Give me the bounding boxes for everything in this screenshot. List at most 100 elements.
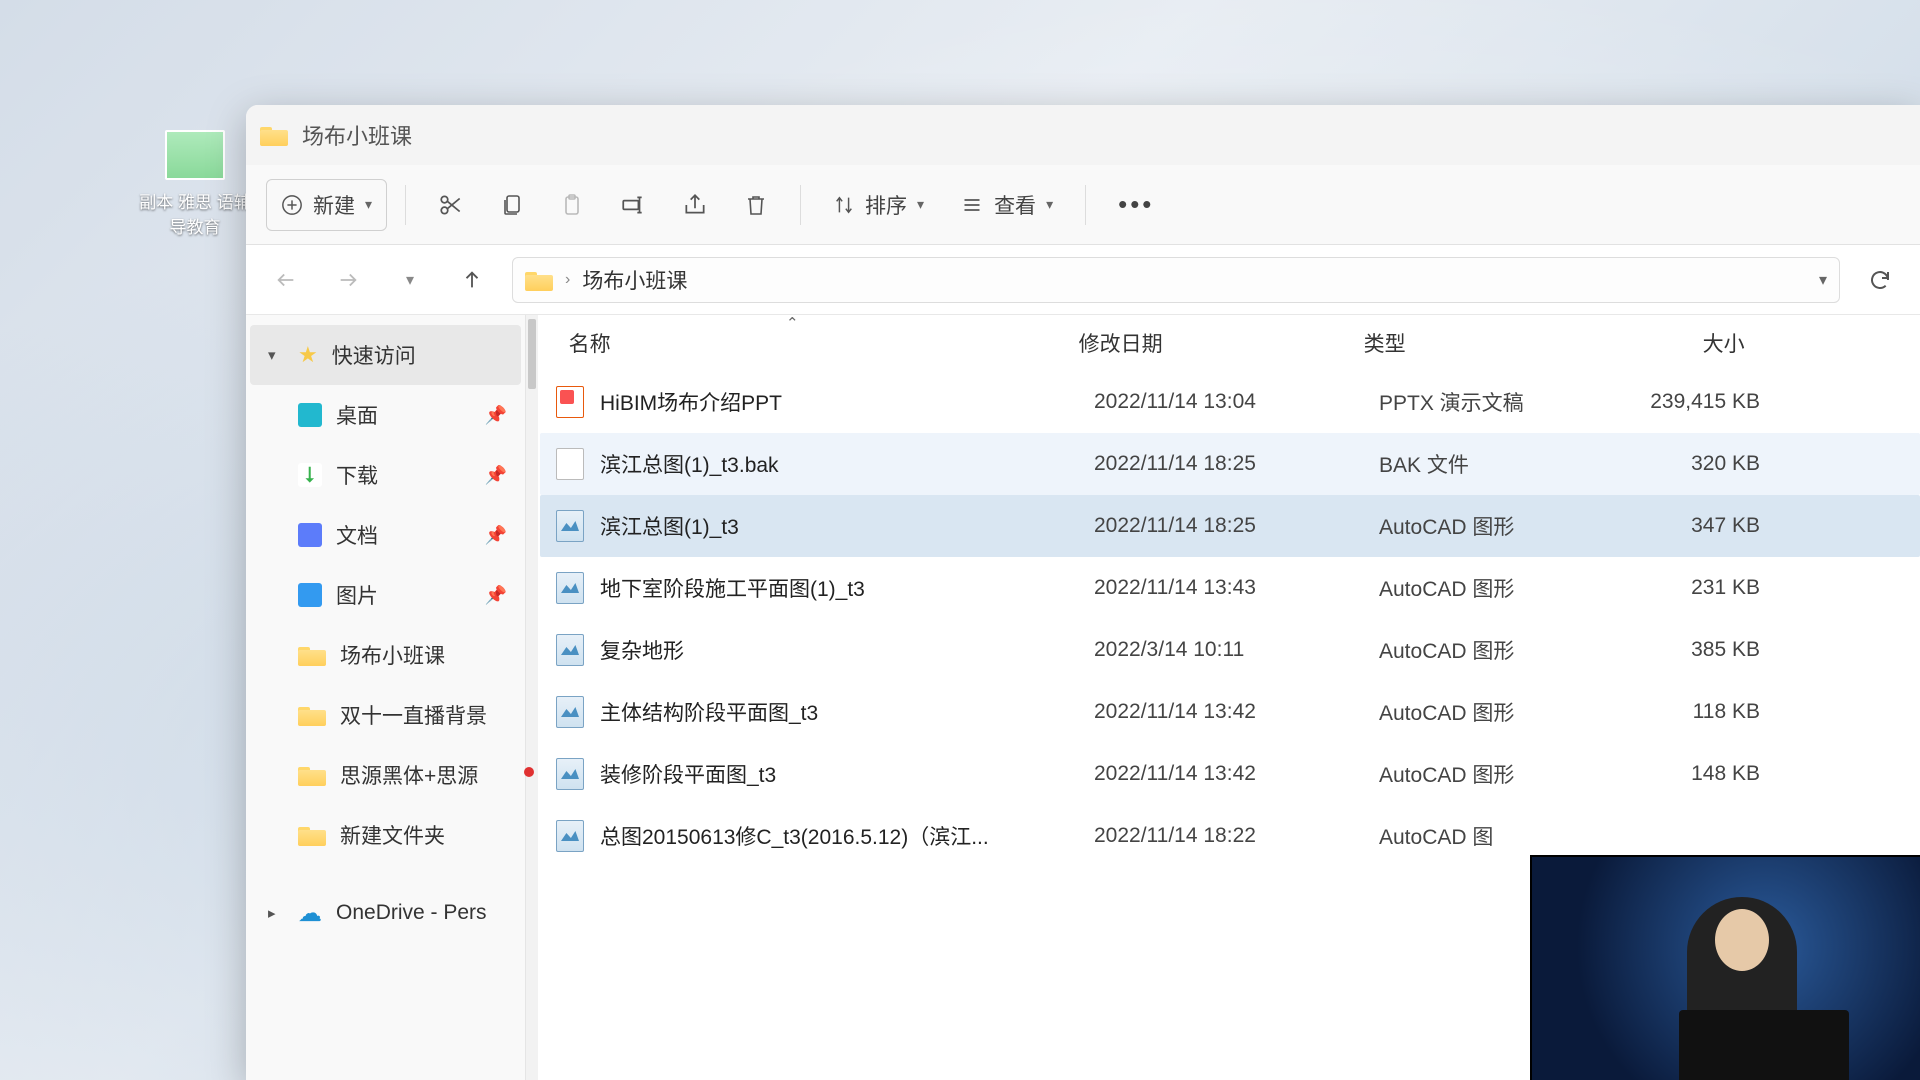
delete-button[interactable]	[730, 179, 782, 231]
file-name: 滨江总图(1)_t3	[600, 511, 1094, 541]
laptop-silhouette	[1679, 1010, 1849, 1080]
file-name: 主体结构阶段平面图_t3	[600, 697, 1094, 727]
desktop-shortcut[interactable]: 副本 雅思 语辅导教育	[135, 130, 255, 238]
chevron-down-icon: ▾	[917, 196, 924, 213]
sidebar-item-label: 图片	[336, 580, 378, 610]
sidebar-item-label: 下载	[336, 460, 378, 490]
shortcut-thumbnail-icon	[165, 130, 225, 180]
refresh-icon	[1868, 268, 1892, 292]
arrow-left-icon	[275, 269, 297, 291]
view-button[interactable]: 查看 ▾	[946, 179, 1067, 231]
file-type: PPTX 演示文稿	[1379, 387, 1614, 417]
sidebar-scrollbar[interactable]	[526, 315, 538, 1080]
sidebar-quick-access[interactable]: ▾ ★ 快速访问	[250, 325, 521, 385]
sidebar-item-folder[interactable]: 场布小班课	[250, 625, 521, 685]
sidebar-item-desktop[interactable]: 桌面📌	[250, 385, 521, 445]
toolbar-separator	[1085, 185, 1086, 225]
file-row[interactable]: HiBIM场布介绍PPT2022/11/14 13:04PPTX 演示文稿239…	[540, 371, 1920, 433]
ellipsis-icon: •••	[1118, 189, 1154, 220]
nav-back-button[interactable]	[264, 258, 308, 302]
address-bar[interactable]: › 场布小班课 ▾	[512, 257, 1840, 303]
file-type-icon	[556, 386, 584, 418]
file-size: 239,415 KB	[1614, 390, 1774, 414]
pin-icon: 📌	[485, 465, 507, 486]
sort-button[interactable]: 排序 ▾	[819, 179, 938, 231]
column-header-name[interactable]: 名称	[569, 328, 1079, 358]
file-type: AutoCAD 图形	[1379, 511, 1614, 541]
file-name: 复杂地形	[600, 635, 1094, 665]
copy-button[interactable]	[486, 179, 538, 231]
download-icon: ⭣	[298, 463, 322, 487]
sidebar-item-docs[interactable]: 文档 📌	[250, 505, 521, 565]
sidebar-item-label: 新建文件夹	[340, 820, 445, 850]
sidebar-onedrive[interactable]: ▸ ☁ OneDrive - Pers	[250, 883, 521, 943]
star-icon: ★	[298, 342, 318, 368]
chevron-down-icon: ▾	[406, 270, 414, 290]
scrollbar-thumb[interactable]	[528, 319, 536, 389]
navigation-bar: ▾ › 场布小班课 ▾	[246, 245, 1920, 315]
file-row[interactable]: 滨江总图(1)_t3.bak2022/11/14 18:25BAK 文件320 …	[540, 433, 1920, 495]
file-date: 2022/3/14 10:11	[1094, 638, 1379, 662]
more-button[interactable]: •••	[1104, 179, 1168, 231]
column-headers[interactable]: ⌃ 名称 修改日期 类型 大小	[540, 315, 1920, 371]
file-date: 2022/11/14 13:04	[1094, 390, 1379, 414]
sidebar-item-folder[interactable]: 新建文件夹	[250, 805, 521, 865]
file-name: 总图20150613修C_t3(2016.5.12)（滨江...	[600, 821, 1094, 851]
chevron-down-icon[interactable]: ▾	[1819, 270, 1827, 290]
window-titlebar[interactable]: 场布小班课	[246, 105, 1920, 165]
file-type-icon	[556, 448, 584, 480]
paste-button[interactable]	[546, 179, 598, 231]
nav-up-button[interactable]	[450, 258, 494, 302]
pin-icon: 📌	[485, 525, 507, 546]
file-row[interactable]: 复杂地形2022/3/14 10:11AutoCAD 图形385 KB	[540, 619, 1920, 681]
chevron-down-icon: ▾	[1046, 196, 1053, 213]
rename-button[interactable]	[606, 179, 660, 231]
file-date: 2022/11/14 18:22	[1094, 824, 1379, 848]
cut-button[interactable]	[424, 179, 478, 231]
share-button[interactable]	[668, 179, 722, 231]
file-type-icon	[556, 820, 584, 852]
file-name: HiBIM场布介绍PPT	[600, 387, 1094, 417]
sidebar-item-folder[interactable]: 双十一直播背景	[250, 685, 521, 745]
sidebar-item-pics[interactable]: 图片📌	[250, 565, 521, 625]
nav-forward-button[interactable]	[326, 258, 370, 302]
breadcrumb-folder[interactable]: 场布小班课	[582, 265, 687, 295]
file-row[interactable]: 滨江总图(1)_t32022/11/14 18:25AutoCAD 图形347 …	[540, 495, 1920, 557]
sidebar-item-label: 文档	[336, 520, 378, 550]
file-size: 385 KB	[1614, 638, 1774, 662]
file-row[interactable]: 主体结构阶段平面图_t32022/11/14 13:42AutoCAD 图形11…	[540, 681, 1920, 743]
file-type: AutoCAD 图形	[1379, 635, 1614, 665]
file-size: 347 KB	[1614, 514, 1774, 538]
file-name: 装修阶段平面图_t3	[600, 759, 1094, 789]
chevron-right-icon: ▸	[268, 904, 284, 922]
file-date: 2022/11/14 18:25	[1094, 514, 1379, 538]
file-type: AutoCAD 图	[1379, 821, 1614, 851]
docs-icon	[298, 523, 322, 547]
sidebar-item-label: 桌面	[336, 400, 378, 430]
file-row[interactable]: 地下室阶段施工平面图(1)_t32022/11/14 13:43AutoCAD …	[540, 557, 1920, 619]
new-button[interactable]: 新建 ▾	[266, 179, 387, 231]
sidebar-item-download[interactable]: ⭣ 下载 📌	[250, 445, 521, 505]
sidebar-item-label: 双十一直播背景	[340, 700, 487, 730]
folder-icon	[298, 824, 326, 846]
file-row[interactable]: 装修阶段平面图_t32022/11/14 13:42AutoCAD 图形148 …	[540, 743, 1920, 805]
rename-icon	[620, 192, 646, 218]
chevron-down-icon: ▾	[268, 346, 284, 364]
sidebar-item-folder[interactable]: 思源黑体+思源	[250, 745, 521, 805]
file-type-icon	[556, 758, 584, 790]
share-icon	[682, 192, 708, 218]
sort-indicator-icon: ⌃	[786, 314, 799, 332]
nav-recent-button[interactable]: ▾	[388, 258, 432, 302]
file-size: 320 KB	[1614, 452, 1774, 476]
toolbar-separator	[405, 185, 406, 225]
arrow-right-icon	[337, 269, 359, 291]
breadcrumb-separator-icon: ›	[565, 271, 570, 289]
file-type-icon	[556, 572, 584, 604]
navigation-sidebar: ▾ ★ 快速访问 桌面📌 ⭣ 下载 📌 文档 📌 图片📌场布小班课双十一直播背景思源黑体+思…	[246, 315, 526, 1080]
column-header-type[interactable]: 类型	[1364, 328, 1599, 358]
folder-icon	[298, 704, 326, 726]
column-header-size[interactable]: 大小	[1599, 328, 1759, 358]
refresh-button[interactable]	[1858, 258, 1902, 302]
column-header-date[interactable]: 修改日期	[1079, 328, 1364, 358]
copy-icon	[500, 192, 524, 218]
